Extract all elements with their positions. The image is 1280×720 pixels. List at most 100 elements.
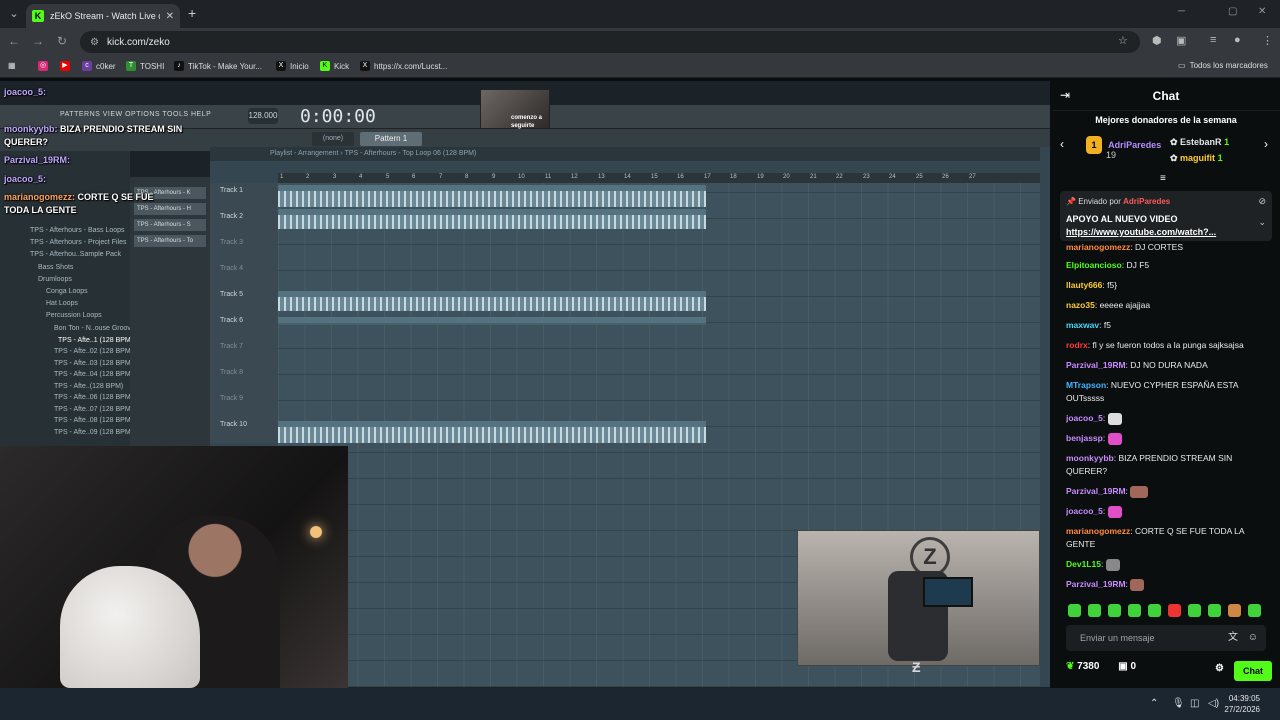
apps-grid-icon[interactable]: ▦: [8, 61, 16, 70]
system-clock[interactable]: 04:39:05 27/2/2026: [1224, 693, 1260, 715]
kick-favicon-icon: K: [32, 10, 44, 22]
chat-settings-icon[interactable]: ⚙: [1215, 663, 1224, 674]
send-chat-button[interactable]: Chat: [1234, 661, 1272, 681]
emote-icon[interactable]: [1188, 604, 1201, 617]
browser-tab-bar: ⌄ K zEkO Stream - Watch Live on Ki ✕ + ─…: [0, 0, 1280, 28]
bookmark-label: c0ker: [96, 61, 116, 71]
overlay-chat-line: QUERER?: [4, 137, 49, 147]
chat-username[interactable]: marianogomezz: [1066, 526, 1130, 536]
emoji-icon[interactable]: ☺: [1248, 625, 1258, 651]
reload-icon[interactable]: ↻: [54, 34, 70, 48]
profile-avatar-icon[interactable]: ●: [1234, 34, 1241, 46]
emote-icon[interactable]: [1128, 604, 1141, 617]
menu-kebab-icon[interactable]: ⋮: [1262, 34, 1273, 47]
minimize-icon[interactable]: ─: [1178, 6, 1185, 17]
track-labels: Track 1 Track 2 Track 3 Track 4 Track 5 …: [210, 183, 278, 443]
tiktok-icon: ♪: [174, 61, 184, 71]
chat-text: DJ CORTES: [1134, 242, 1184, 252]
bookmark-x-lucst[interactable]: Xhttps://x.com/Lucst...: [360, 61, 447, 71]
lamp: [310, 526, 322, 538]
bookmark-tiktok[interactable]: ♪ TikTok - Make Your...: [174, 61, 262, 71]
bookmark-c0ker[interactable]: c c0ker: [82, 61, 116, 71]
emote-icon[interactable]: [1208, 604, 1221, 617]
bookmark-label: https://x.com/Lucst...: [374, 61, 448, 71]
points-value[interactable]: 7380: [1077, 661, 1099, 672]
ruler-mark: 23: [863, 174, 870, 180]
bookmark-youtube[interactable]: ▶: [60, 61, 70, 71]
chat-username[interactable]: maxwav: [1066, 320, 1099, 330]
chat-text: f5}: [1107, 280, 1118, 290]
track-label: Track 5: [220, 291, 244, 298]
tab-close-icon[interactable]: ✕: [166, 11, 174, 22]
chat-text: eeeee ajajjaa: [1099, 300, 1151, 310]
chat-username[interactable]: llauty666: [1066, 280, 1102, 290]
overlay-chat-line: marianogomezz: CORTE Q SE FUE: [4, 192, 154, 202]
chat-username[interactable]: moonkyybb: [1066, 453, 1114, 463]
chat-username[interactable]: Elpitoancioso: [1066, 260, 1122, 270]
emote-icon: [1107, 412, 1122, 425]
chat-username[interactable]: Parzival_19RM: [1066, 579, 1126, 589]
translate-icon[interactable]: 文: [1228, 625, 1238, 651]
chat-username[interactable]: MTrapson: [1066, 380, 1106, 390]
browser-item: TPS - Afterhou..Sample Pack: [30, 251, 122, 258]
donor-2[interactable]: ✿ EstebanR 1: [1170, 137, 1229, 148]
tray-expand-icon[interactable]: ⌃: [1150, 698, 1158, 709]
chat-username[interactable]: joacoo_5: [1066, 506, 1103, 516]
donors-next-icon[interactable]: ›: [1264, 137, 1268, 151]
bookmark-x-inicio[interactable]: X Inicio: [276, 61, 309, 71]
emote-icon[interactable]: [1148, 604, 1161, 617]
chat-username[interactable]: rodrx: [1066, 340, 1088, 350]
back-icon[interactable]: ←: [6, 34, 22, 48]
chat-username[interactable]: Parzival_19RM: [1066, 486, 1126, 496]
bookmark-toshi[interactable]: T TOSHI: [126, 61, 164, 71]
network-icon[interactable]: ◫: [1190, 698, 1199, 709]
ruler-mark: 6: [412, 174, 416, 180]
extensions-puzzle-icon[interactable]: ▣: [1176, 34, 1186, 47]
chat-username[interactable]: joacoo_5: [1066, 413, 1103, 423]
extension-icon[interactable]: ⬢: [1152, 34, 1162, 47]
unpin-icon[interactable]: ⊘: [1258, 196, 1266, 207]
close-window-icon[interactable]: ✕: [1258, 6, 1266, 17]
chat-username[interactable]: benjassp: [1066, 433, 1103, 443]
donors-prev-icon[interactable]: ‹: [1060, 137, 1064, 151]
microphone-icon[interactable]: 🎙: [1172, 698, 1185, 709]
donor-3[interactable]: ✿ maguifit 1: [1170, 153, 1223, 164]
emote-icon[interactable]: [1108, 604, 1121, 617]
ruler-mark: 7: [439, 174, 443, 180]
emote-icon[interactable]: [1168, 604, 1181, 617]
top-donors-title: Mejores donadores de la semana: [1095, 115, 1237, 125]
chat-username[interactable]: Dev1L15: [1066, 559, 1101, 569]
chat-username[interactable]: Parzival_19RM: [1066, 360, 1126, 370]
forward-icon[interactable]: →: [30, 34, 46, 48]
bookmark-star-icon[interactable]: ☆: [1118, 34, 1128, 47]
chat-message-input[interactable]: Enviar un mensaje 文 ☺: [1066, 625, 1266, 651]
tab-search-icon[interactable]: ⌄: [6, 6, 22, 22]
chat-username[interactable]: nazo35: [1066, 300, 1095, 310]
reading-list-icon[interactable]: ≡: [1210, 34, 1216, 46]
url-field[interactable]: ⚙ kick.com/zeko: [80, 31, 1140, 53]
emote-icon[interactable]: [1228, 604, 1241, 617]
pinned-message[interactable]: 📌 Enviado por AdriParedes ⊘ APOYO AL NUE…: [1060, 191, 1272, 241]
all-bookmarks[interactable]: ▭ Todos los marcadores: [1178, 61, 1268, 70]
bookmark-instagram[interactable]: ◎: [38, 61, 48, 71]
donor-1[interactable]: 1 AdriParedes 19: [1086, 136, 1162, 160]
maximize-icon[interactable]: ▢: [1228, 6, 1237, 17]
donor-name: AdriParedes: [1108, 140, 1162, 150]
browser-tab[interactable]: K zEkO Stream - Watch Live on Ki ✕: [26, 4, 180, 28]
site-info-icon[interactable]: ⚙: [90, 37, 99, 48]
emote-icon[interactable]: [1068, 604, 1081, 617]
pinned-link[interactable]: https://www.youtube.com/watch?...: [1066, 227, 1216, 237]
pinned-text: APOYO AL NUEVO VIDEO: [1066, 214, 1178, 224]
ruler-mark: 4: [359, 174, 363, 180]
volume-icon[interactable]: ◁): [1208, 698, 1219, 709]
new-tab-icon[interactable]: +: [188, 5, 196, 21]
expand-pinned-icon[interactable]: ⌄: [1258, 217, 1266, 228]
bookmark-kick[interactable]: K Kick: [320, 61, 349, 71]
emote-icon[interactable]: [1088, 604, 1101, 617]
track-label: Track 3: [220, 239, 244, 246]
kick-icon: K: [320, 61, 330, 71]
gift-icon[interactable]: ▣: [1118, 661, 1127, 672]
stream-video[interactable]: PATTERNS VIEW OPTIONS TOOLS HELP 128.000…: [0, 81, 1050, 688]
emote-icon[interactable]: [1248, 604, 1261, 617]
chat-username[interactable]: marianogomezz: [1066, 242, 1130, 252]
